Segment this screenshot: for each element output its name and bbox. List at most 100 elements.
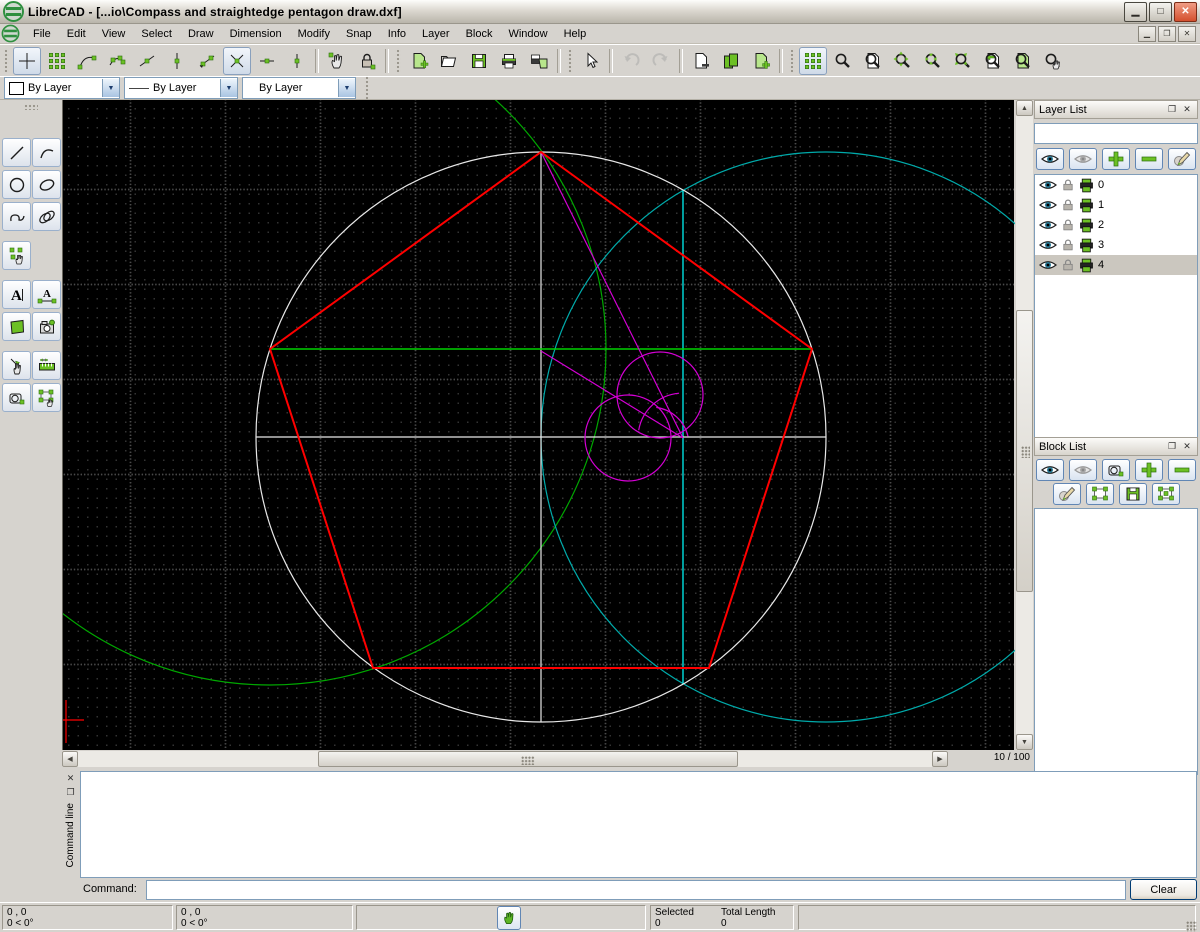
print-drawing-button[interactable]	[495, 47, 523, 75]
document-plus-button[interactable]	[747, 47, 775, 75]
layer-row-3[interactable]: 3	[1035, 235, 1197, 255]
layer-row-1[interactable]: 1	[1035, 195, 1197, 215]
menu-modify[interactable]: Modify	[290, 26, 338, 42]
layer-visible-icon[interactable]	[1038, 215, 1058, 235]
layer-lock-icon[interactable]	[1061, 257, 1075, 273]
toolbar-handle[interactable]	[395, 48, 401, 74]
linewidth-combobox[interactable]: By Layer ▼	[242, 77, 356, 99]
tool-hatch-button[interactable]	[2, 312, 31, 341]
menu-dimension[interactable]: Dimension	[222, 26, 290, 42]
close-panel-icon[interactable]: ✕	[1181, 441, 1193, 453]
close-command-dock-icon[interactable]: ✕	[64, 772, 77, 785]
layer-visible-icon[interactable]	[1038, 175, 1058, 195]
open-drawing-button[interactable]	[435, 47, 463, 75]
menu-layer[interactable]: Layer	[414, 26, 458, 42]
scroll-down-icon[interactable]: ▼	[1016, 734, 1033, 750]
set-relative-zero-button[interactable]	[323, 47, 351, 75]
toolbar-handle[interactable]	[3, 48, 9, 74]
tool-polyline-button[interactable]	[2, 202, 31, 231]
layer-row-0[interactable]: 0	[1035, 175, 1197, 195]
snap-center-button[interactable]	[133, 47, 161, 75]
scroll-right-icon[interactable]: ▶	[932, 751, 948, 767]
selection-pointer-button[interactable]	[577, 47, 605, 75]
zoom-window-button[interactable]	[859, 47, 887, 75]
layer-list-titlebar[interactable]: Layer List ❐ ✕	[1034, 100, 1198, 119]
vertical-scrollbar[interactable]: ▲ ▼	[1016, 100, 1033, 750]
menu-edit[interactable]: Edit	[59, 26, 94, 42]
zoom-in-button[interactable]	[889, 47, 917, 75]
layer-visible-icon[interactable]	[1038, 255, 1058, 275]
layer-print-icon[interactable]	[1078, 217, 1095, 234]
zoom-previous-button[interactable]	[979, 47, 1007, 75]
create-block-button[interactable]	[1152, 483, 1180, 505]
hide-all-blocks-button[interactable]	[1069, 459, 1097, 481]
hide-all-layers-button[interactable]	[1069, 148, 1097, 170]
show-all-layers-button[interactable]	[1036, 148, 1064, 170]
layer-lock-icon[interactable]	[1061, 237, 1075, 253]
drawing-canvas[interactable]	[62, 100, 1014, 750]
mdi-minimize-button[interactable]: ▁	[1138, 26, 1156, 42]
layer-lock-icon[interactable]	[1061, 197, 1075, 213]
menu-select[interactable]: Select	[133, 26, 180, 42]
layer-filter-input[interactable]	[1034, 123, 1198, 144]
float-panel-icon[interactable]: ❐	[1166, 104, 1178, 116]
tool-block-button[interactable]	[2, 383, 31, 412]
zoom-redraw-button[interactable]	[829, 47, 857, 75]
tool-points-button[interactable]	[2, 241, 31, 270]
tool-measure-button[interactable]	[32, 351, 61, 380]
document-minus-button[interactable]	[687, 47, 715, 75]
tool-text-button[interactable]: A	[2, 280, 31, 309]
snap-distance-button[interactable]	[193, 47, 221, 75]
menu-draw[interactable]: Draw	[180, 26, 222, 42]
horizontal-scroll-thumb[interactable]	[318, 751, 738, 767]
toolbar-handle[interactable]	[567, 48, 573, 74]
scroll-up-icon[interactable]: ▲	[1016, 100, 1033, 116]
snap-on-entity-button[interactable]	[103, 47, 131, 75]
menu-info[interactable]: Info	[380, 26, 414, 42]
clear-button[interactable]: Clear	[1130, 879, 1197, 900]
remove-layer-button[interactable]	[1135, 148, 1163, 170]
tool-select-button[interactable]	[32, 383, 61, 412]
layer-visible-icon[interactable]	[1038, 195, 1058, 215]
lock-relative-zero-button[interactable]	[353, 47, 381, 75]
resize-grip[interactable]	[1186, 921, 1197, 932]
edit-layer-attributes-button[interactable]	[1168, 148, 1196, 170]
float-command-dock-icon[interactable]: ❐	[64, 786, 77, 799]
layer-lock-icon[interactable]	[1061, 217, 1075, 233]
maximize-button[interactable]: □	[1149, 2, 1172, 22]
snap-middle-button[interactable]	[163, 47, 191, 75]
layer-print-icon[interactable]	[1078, 237, 1095, 254]
float-panel-icon[interactable]: ❐	[1166, 441, 1178, 453]
grid-toggle-button[interactable]	[799, 47, 827, 75]
horizontal-scrollbar[interactable]: ◀ ▶	[62, 751, 948, 767]
toggle-block-visibility-button[interactable]	[1102, 459, 1130, 481]
menu-view[interactable]: View	[94, 26, 134, 42]
redo-button[interactable]	[647, 47, 675, 75]
zoom-page-button[interactable]	[1009, 47, 1037, 75]
linetype-combobox[interactable]: By Layer ▼	[124, 77, 238, 99]
layer-visible-icon[interactable]	[1038, 235, 1058, 255]
mdi-restore-button[interactable]: ❐	[1158, 26, 1176, 42]
snap-free-button[interactable]	[13, 47, 41, 75]
menu-window[interactable]: Window	[500, 26, 555, 42]
restrict-horizontal-button[interactable]	[253, 47, 281, 75]
layer-print-icon[interactable]	[1078, 197, 1095, 214]
tool-circle-button[interactable]	[2, 170, 31, 199]
grab-hand-button[interactable]	[497, 906, 521, 930]
construction-circle-green[interactable]	[63, 100, 606, 685]
scroll-left-icon[interactable]: ◀	[62, 751, 78, 767]
zoom-out-button[interactable]	[919, 47, 947, 75]
undo-button[interactable]	[617, 47, 645, 75]
toolbar-handle[interactable]	[789, 48, 795, 74]
show-all-blocks-button[interactable]	[1036, 459, 1064, 481]
tool-line-button[interactable]	[2, 138, 31, 167]
save-drawing-button[interactable]	[465, 47, 493, 75]
toolbar-handle[interactable]	[364, 75, 370, 101]
edit-block-button[interactable]	[1086, 483, 1114, 505]
command-history[interactable]	[80, 771, 1197, 878]
color-combobox[interactable]: By Layer ▼	[4, 77, 120, 99]
close-panel-icon[interactable]: ✕	[1181, 104, 1193, 116]
add-layer-button[interactable]	[1102, 148, 1130, 170]
snap-grid-button[interactable]	[43, 47, 71, 75]
snap-intersection-button[interactable]	[223, 47, 251, 75]
